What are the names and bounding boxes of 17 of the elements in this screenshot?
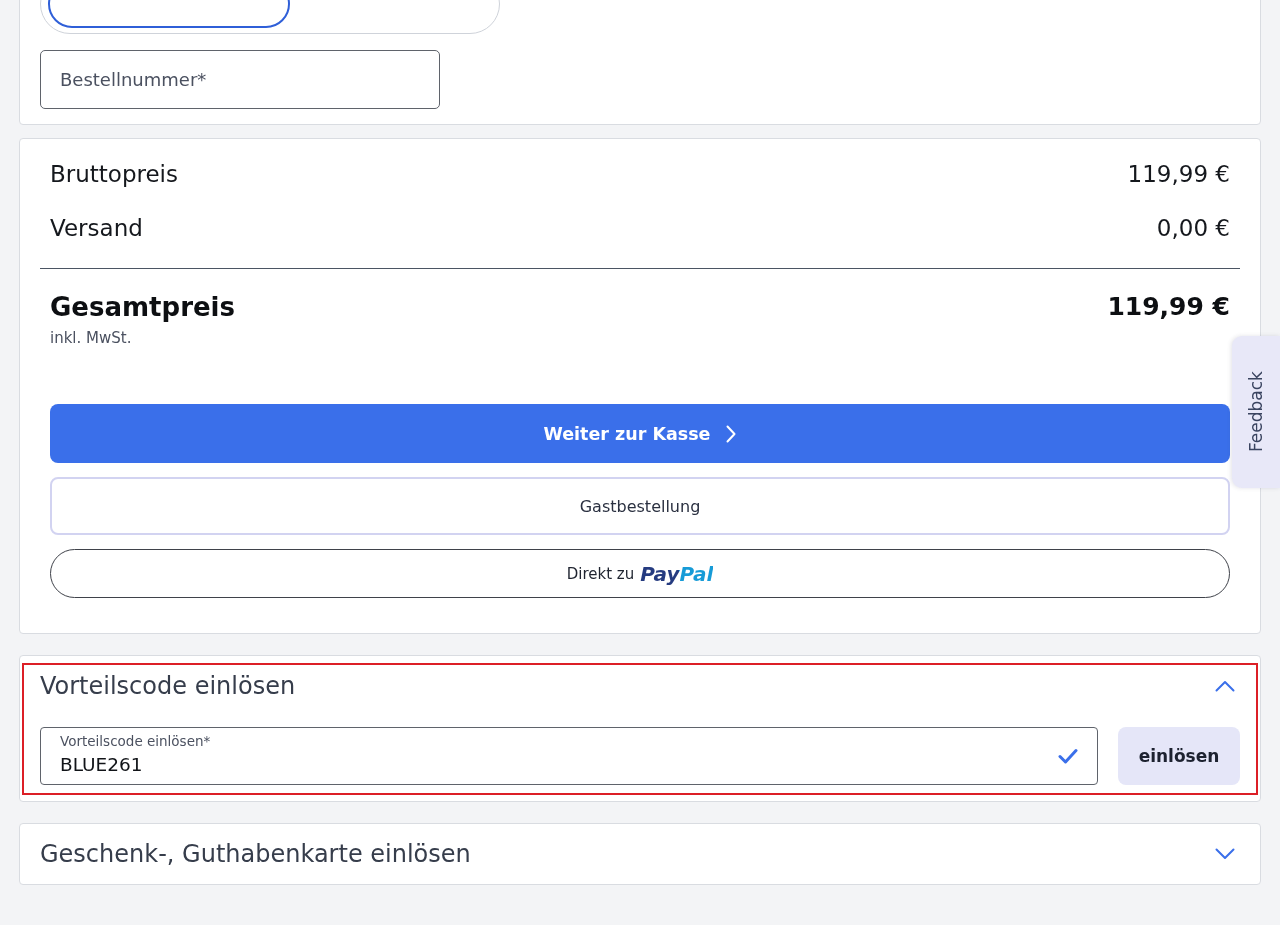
accordion-header[interactable]: Vorteilscode einlösen xyxy=(40,671,1240,701)
feedback-tab[interactable]: Feedback xyxy=(1232,336,1280,488)
accordion-header[interactable]: Geschenk-, Guthabenkarte einlösen xyxy=(40,839,1240,869)
checkout-button[interactable]: Weiter zur Kasse xyxy=(50,404,1230,463)
field-label: Vorteilscode einlösen* xyxy=(60,733,211,749)
redeem-button[interactable]: einlösen xyxy=(1118,727,1240,785)
order-number-field[interactable]: Bestellnummer* xyxy=(40,50,440,109)
price-amount: 119,99 € xyxy=(1127,160,1230,189)
total-label: Gesamtpreis xyxy=(50,291,235,324)
total-amount: 119,99 € xyxy=(1107,291,1230,323)
chevron-right-icon xyxy=(726,424,737,443)
guest-order-button[interactable]: Gastbestellung xyxy=(50,477,1230,535)
tax-note: inkl. MwSt. xyxy=(50,329,132,347)
paypal-button[interactable]: Direkt zu PayPal xyxy=(50,549,1230,598)
price-amount: 0,00 € xyxy=(1156,214,1230,243)
price-label: Bruttopreis xyxy=(50,160,178,189)
price-label: Versand xyxy=(50,214,143,243)
